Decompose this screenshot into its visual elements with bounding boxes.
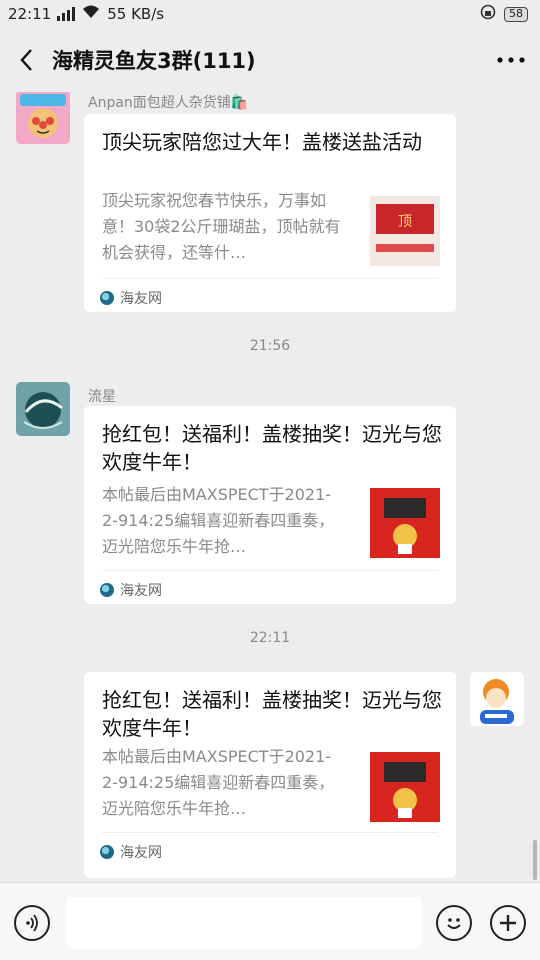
link-card[interactable]: 抢红包！送福利！盖楼抽奖！迈光与您欢度牛年！ 本帖最后由MAXSPECT于202… bbox=[84, 672, 456, 878]
emoji-button[interactable] bbox=[436, 905, 472, 941]
card-source: 海友网 bbox=[100, 842, 162, 862]
card-description: 顶尖玩家祝您春节快乐，万事如意！30袋2公斤珊瑚盐，顶帖就有机会获得，还等什… bbox=[102, 191, 341, 262]
wifi-icon bbox=[81, 4, 101, 24]
status-time: 22:11 bbox=[8, 5, 52, 23]
sender-name: 流星 bbox=[88, 389, 116, 405]
card-divider bbox=[102, 570, 438, 571]
alarm-icon bbox=[480, 4, 496, 24]
plus-button[interactable] bbox=[490, 905, 526, 941]
card-thumbnail bbox=[370, 752, 440, 822]
haiyou-logo-icon bbox=[100, 291, 114, 305]
plus-icon bbox=[500, 915, 516, 931]
card-description: 本帖最后由MAXSPECT于2021-2-914:25编辑喜迎新春四重奏，迈光陪… bbox=[102, 747, 335, 818]
haiyou-logo-icon bbox=[100, 845, 114, 859]
source-label: 海友网 bbox=[120, 583, 162, 599]
chat-area[interactable]: Anpan面包超人杂货铺🛍️ 顶尖玩家陪您过大年！盖楼送盐活动 顶尖玩家祝您春节… bbox=[0, 92, 540, 882]
card-thumbnail: 顶 bbox=[370, 196, 440, 266]
card-divider bbox=[102, 278, 438, 279]
message-input[interactable] bbox=[66, 897, 422, 949]
timestamp: 21:56 bbox=[249, 338, 291, 354]
chat-title: 海精灵鱼友3群(111) bbox=[52, 49, 256, 73]
status-bar: 22:11 55 KB/s 58 bbox=[0, 0, 540, 28]
card-divider bbox=[102, 832, 438, 833]
card-title: 抢红包！送福利！盖楼抽奖！迈光与您欢度牛年！ bbox=[102, 688, 442, 740]
link-card[interactable]: 顶尖玩家陪您过大年！盖楼送盐活动 顶尖玩家祝您春节快乐，万事如意！30袋2公斤珊… bbox=[84, 114, 456, 312]
card-source: 海友网 bbox=[100, 580, 162, 600]
battery-indicator: 58 bbox=[504, 6, 528, 22]
card-title: 顶尖玩家陪您过大年！盖楼送盐活动 bbox=[102, 130, 422, 154]
voice-button[interactable] bbox=[14, 905, 50, 941]
signal-icon bbox=[57, 7, 76, 21]
chevron-left-icon bbox=[20, 49, 32, 71]
emoji-icon bbox=[447, 918, 461, 929]
back-button[interactable] bbox=[0, 28, 52, 92]
card-source: 海友网 bbox=[100, 288, 162, 308]
card-thumbnail bbox=[370, 488, 440, 558]
avatar[interactable] bbox=[470, 672, 524, 726]
svg-text:顶: 顶 bbox=[398, 214, 412, 230]
card-title: 抢红包！送福利！盖楼抽奖！迈光与您欢度牛年！ bbox=[102, 422, 442, 474]
input-bar bbox=[0, 882, 540, 960]
avatar[interactable] bbox=[16, 382, 70, 436]
timestamp: 22:11 bbox=[249, 630, 291, 646]
more-dots-icon bbox=[497, 57, 525, 63]
scrollbar[interactable] bbox=[533, 840, 537, 880]
card-description: 本帖最后由MAXSPECT于2021-2-914:25编辑喜迎新春四重奏，迈光陪… bbox=[102, 485, 335, 556]
link-card[interactable]: 抢红包！送福利！盖楼抽奖！迈光与您欢度牛年！ 本帖最后由MAXSPECT于202… bbox=[84, 406, 456, 604]
source-label: 海友网 bbox=[120, 291, 162, 307]
chat-header: 海精灵鱼友3群(111) bbox=[0, 28, 540, 92]
haiyou-logo-icon bbox=[100, 583, 114, 597]
voice-icon bbox=[26, 914, 38, 932]
source-label: 海友网 bbox=[120, 845, 162, 861]
network-speed: 55 KB/s bbox=[107, 5, 165, 23]
sender-name: Anpan面包超人杂货铺🛍️ bbox=[88, 95, 249, 111]
more-button[interactable] bbox=[482, 28, 540, 92]
avatar[interactable] bbox=[16, 92, 70, 144]
